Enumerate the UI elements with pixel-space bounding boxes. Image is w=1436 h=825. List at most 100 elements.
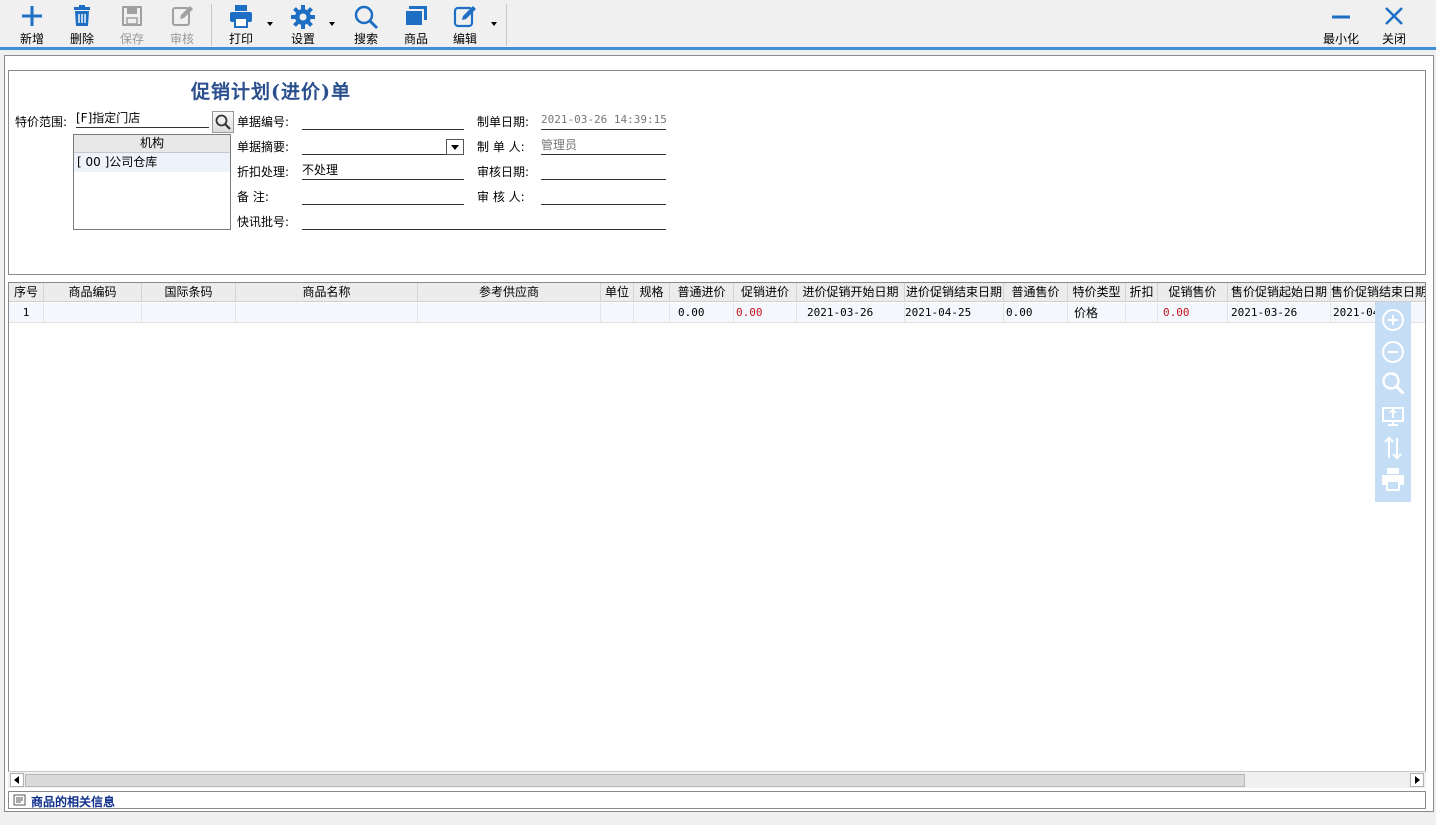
discount-field[interactable]: 不处理	[302, 161, 464, 180]
toolbar-separator	[211, 4, 212, 46]
cell-spec[interactable]	[634, 303, 670, 323]
search-button[interactable]: 搜索	[343, 2, 389, 48]
batch-field[interactable]	[302, 211, 666, 230]
settings-button[interactable]: 设置	[280, 2, 326, 48]
cell-price-start[interactable]: 2021-03-26	[1228, 303, 1331, 323]
save-icon	[110, 4, 154, 32]
close-label: 关闭	[1381, 32, 1406, 46]
print-dropdown-icon[interactable]	[266, 20, 274, 28]
minimize-icon	[1318, 4, 1364, 32]
column-header[interactable]: 序号	[9, 283, 44, 302]
column-header[interactable]: 售价促销结束日期	[1331, 283, 1425, 302]
printer-icon[interactable]	[1380, 466, 1406, 492]
cell-cost-end[interactable]: 2021-04-25	[905, 303, 1004, 323]
column-header[interactable]: 普通售价	[1004, 283, 1068, 302]
summary-field[interactable]	[302, 136, 464, 155]
summary-dropdown-button[interactable]	[446, 139, 464, 155]
delete-label: 删除	[69, 32, 94, 46]
column-header[interactable]: 单位	[601, 283, 634, 302]
column-header[interactable]: 普通进价	[670, 283, 734, 302]
audit-date-field	[541, 161, 666, 180]
column-header[interactable]: 参考供应商	[418, 283, 601, 302]
org-list-header: 机构	[74, 135, 230, 153]
column-header[interactable]: 商品编码	[44, 283, 142, 302]
horizontal-scrollbar[interactable]	[8, 771, 1426, 788]
toolbar: 新增 删除 保存 审核 打印 设置 搜索 商品 编辑 最小化 关闭	[0, 0, 1436, 50]
plus-icon	[10, 4, 54, 32]
scrollbar-thumb[interactable]	[25, 774, 1245, 787]
zoom-in-icon[interactable]	[1380, 307, 1406, 333]
save-button[interactable]: 保存	[110, 2, 154, 48]
related-info-bar[interactable]: 商品的相关信息	[8, 791, 1426, 809]
column-header[interactable]: 特价类型	[1068, 283, 1126, 302]
doc-no-label: 单据编号:	[237, 115, 290, 129]
column-header[interactable]: 折扣	[1126, 283, 1158, 302]
scope-search-button[interactable]	[212, 111, 234, 133]
new-label: 新增	[19, 32, 44, 46]
new-button[interactable]: 新增	[10, 2, 54, 48]
cell-discount[interactable]	[1126, 303, 1158, 323]
goods-icon	[393, 4, 439, 32]
save-label: 保存	[119, 32, 144, 46]
minimize-label: 最小化	[1322, 32, 1359, 46]
cell-supplier[interactable]	[418, 303, 601, 323]
search-icon[interactable]	[1380, 370, 1406, 396]
cell-unit[interactable]	[601, 303, 634, 323]
audit-label: 审核	[169, 32, 194, 46]
column-header[interactable]: 商品名称	[236, 283, 418, 302]
scroll-left-button[interactable]	[10, 773, 24, 787]
toolbar-separator	[506, 4, 507, 46]
cell-seq[interactable]: 1	[9, 303, 44, 323]
org-list-item[interactable]: [ 00 ]公司仓库	[74, 153, 230, 172]
scroll-right-button[interactable]	[1410, 773, 1424, 787]
goods-button[interactable]: 商品	[393, 2, 439, 48]
chevron-down-icon	[451, 145, 459, 150]
side-tool-panel	[1375, 302, 1411, 502]
cell-code[interactable]	[44, 303, 142, 323]
doc-no-field[interactable]	[302, 111, 464, 130]
cell-normal-cost[interactable]: 0.00	[670, 303, 734, 323]
document-header: 促销计划(进价)单 特价范围: [F]指定门店 机构 [ 00 ]公司仓库 单据…	[8, 70, 1426, 275]
print-label: 打印	[228, 32, 253, 46]
delete-button[interactable]: 删除	[60, 2, 104, 48]
cell-price-type[interactable]: 价格	[1068, 303, 1126, 323]
monitor-icon[interactable]	[1380, 403, 1406, 429]
discount-label: 折扣处理:	[237, 165, 290, 179]
column-header[interactable]: 进价促销结束日期	[905, 283, 1004, 302]
close-button[interactable]: 关闭	[1372, 2, 1416, 48]
column-header[interactable]: 国际条码	[142, 283, 236, 302]
creator-field: 管理员	[541, 136, 666, 155]
settings-dropdown-icon[interactable]	[328, 20, 336, 28]
created-date-field: 2021-03-26 14:39:15	[541, 111, 666, 130]
cell-cost-start[interactable]: 2021-03-26	[797, 303, 905, 323]
cell-name[interactable]	[236, 303, 418, 323]
zoom-out-icon[interactable]	[1380, 339, 1406, 365]
column-header[interactable]: 促销进价	[734, 283, 797, 302]
scope-field[interactable]: [F]指定门店	[76, 109, 209, 128]
cell-promo-cost[interactable]: 0.00	[734, 303, 797, 323]
minimize-button[interactable]: 最小化	[1318, 2, 1364, 48]
scope-label: 特价范围:	[15, 115, 68, 129]
audit-edit-icon	[160, 4, 204, 32]
audit-date-label: 审核日期:	[477, 165, 530, 179]
auditor-field	[541, 186, 666, 205]
column-header[interactable]: 进价促销开始日期	[797, 283, 905, 302]
grid-header: 序号 商品编码 国际条码 商品名称 参考供应商 单位 规格 普通进价 促销进价 …	[9, 283, 1425, 302]
cell-promo-price[interactable]: 0.00	[1158, 303, 1228, 323]
search-label: 搜索	[353, 32, 378, 46]
edit-dropdown-icon[interactable]	[490, 20, 498, 28]
cell-barcode[interactable]	[142, 303, 236, 323]
printer-icon	[218, 4, 264, 32]
column-header[interactable]: 规格	[634, 283, 670, 302]
cell-normal-price[interactable]: 0.00	[1004, 303, 1068, 323]
edit-button[interactable]: 编辑	[442, 2, 488, 48]
remark-field[interactable]	[302, 186, 464, 205]
column-header[interactable]: 促销售价	[1158, 283, 1228, 302]
audit-button[interactable]: 审核	[160, 2, 204, 48]
summary-label: 单据摘要:	[237, 140, 290, 154]
sort-icon[interactable]	[1380, 435, 1406, 461]
print-button[interactable]: 打印	[218, 2, 264, 48]
table-row[interactable]: 1 0.00 0.00 2021-03-26 2021-04-25 0.00 价…	[9, 303, 1425, 323]
column-header[interactable]: 售价促销起始日期	[1228, 283, 1331, 302]
edit-icon	[442, 4, 488, 32]
